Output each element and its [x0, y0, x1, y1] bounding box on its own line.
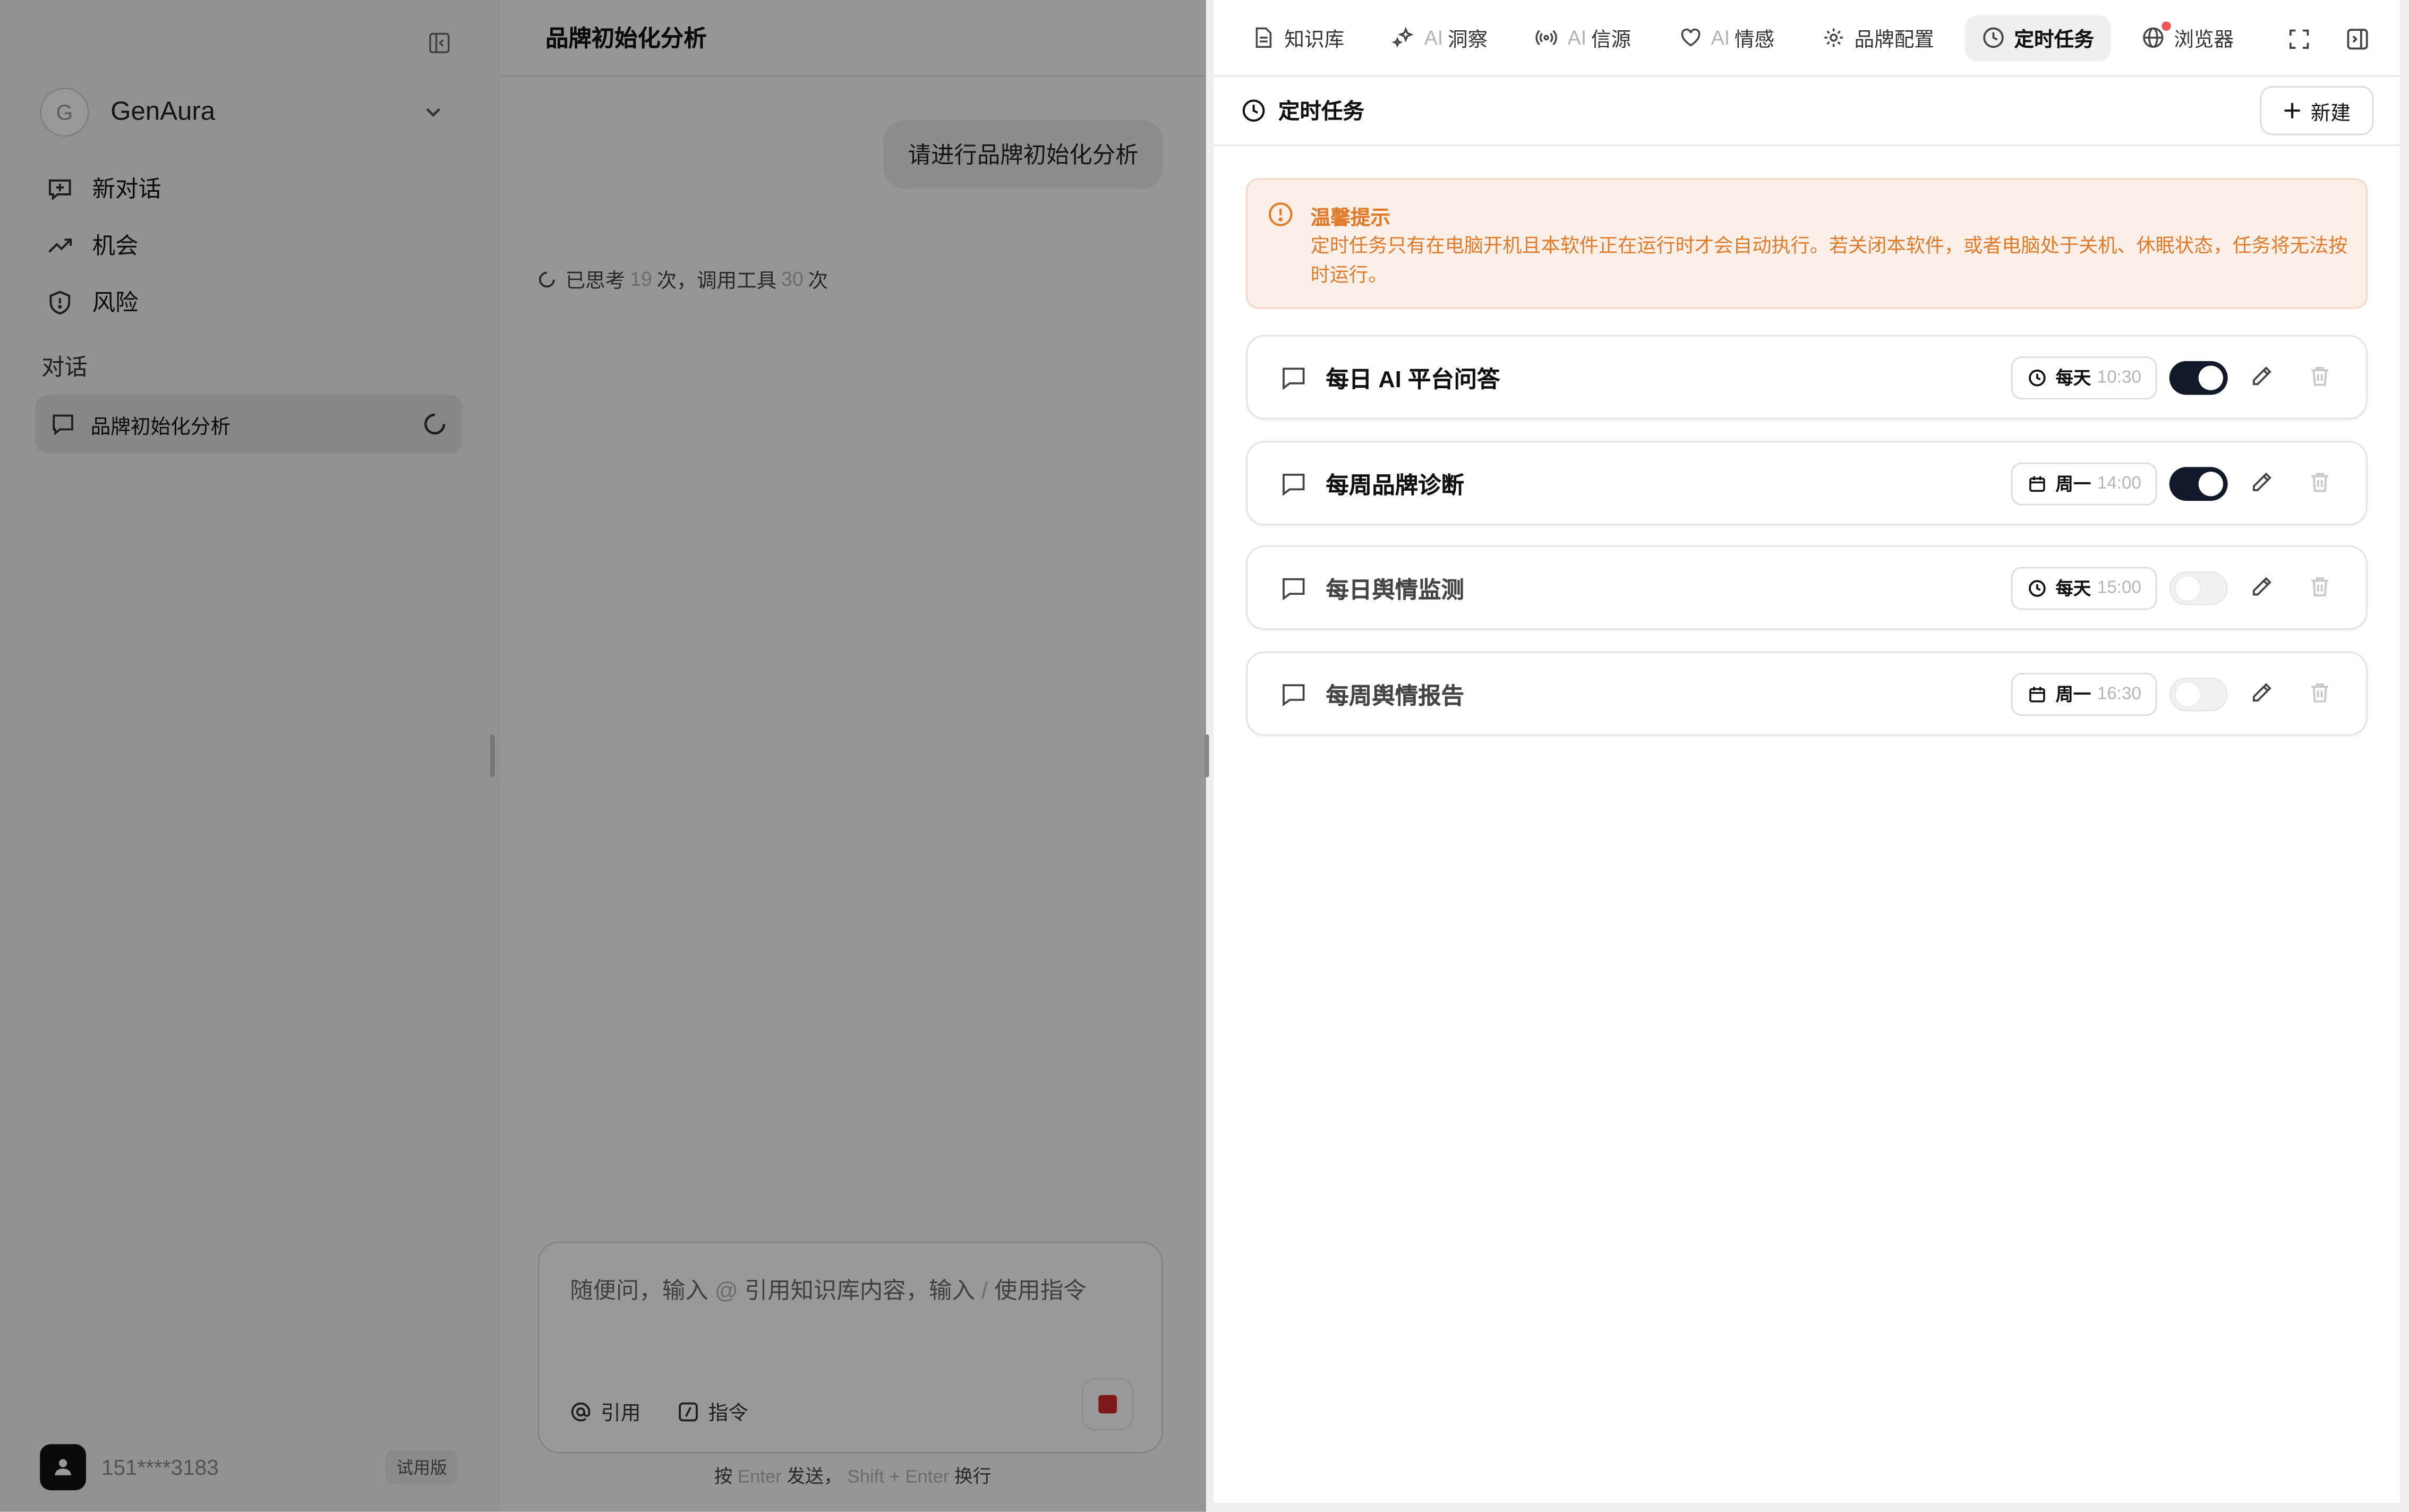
- message-icon: [1283, 474, 1305, 496]
- tool-panel: 知识库 AI 洞察 AI 信源 AI 情感 品牌配置 定时任务 浏览器 定时任务…: [1214, 0, 2400, 1503]
- schedule-frequency: 每天: [2055, 580, 2091, 600]
- schedule-frequency: 周一: [2055, 687, 2091, 705]
- heart-icon: [1680, 28, 1700, 47]
- task-name: 每日 AI 平台问答: [1326, 367, 1500, 394]
- pencil-icon[interactable]: [2249, 681, 2274, 705]
- pencil-icon[interactable]: [2249, 470, 2274, 494]
- globe-icon: [2143, 27, 2164, 48]
- resize-handle[interactable]: [1204, 734, 1209, 778]
- trash-icon[interactable]: [2308, 364, 2332, 389]
- trash-icon[interactable]: [2308, 681, 2332, 705]
- ai-prefix: AI: [1711, 26, 1730, 49]
- new-task-label: 新建: [2310, 100, 2351, 124]
- schedule-badge[interactable]: 每天 15:00: [2011, 567, 2157, 610]
- clock-icon: [1242, 99, 1265, 122]
- task-row[interactable]: 每日 AI 平台问答 每天 10:30: [1246, 335, 2368, 420]
- schedule-badge[interactable]: 周一 16:30: [2011, 673, 2157, 716]
- task-enable-toggle[interactable]: [2169, 361, 2228, 395]
- tab-label: 情感: [1734, 28, 1775, 51]
- panel-header: 定时任务 新建: [1214, 77, 2400, 146]
- resize-handle[interactable]: [490, 734, 495, 778]
- sparkles-icon: [1391, 27, 1414, 48]
- message-icon: [1283, 578, 1305, 601]
- notification-dot: [2162, 21, 2171, 30]
- tab-label: 知识库: [1284, 28, 1345, 51]
- ai-prefix: AI: [1567, 26, 1587, 49]
- new-task-button[interactable]: 新建: [2260, 86, 2374, 135]
- calendar-icon: [2029, 476, 2045, 492]
- panel-actions: [2283, 23, 2400, 54]
- task-name: 每周品牌诊断: [1326, 473, 1464, 500]
- clock-icon: [2029, 580, 2046, 597]
- tab-label: 品牌配置: [1854, 28, 1935, 51]
- task-row[interactable]: 每周舆情报告 周一 16:30: [1246, 651, 2368, 736]
- message-icon: [1283, 368, 1305, 390]
- broadcast-icon: [1536, 30, 1558, 46]
- expand-icon: [2288, 29, 2308, 48]
- task-enable-toggle[interactable]: [2169, 571, 2228, 605]
- task-name: 每日舆情监测: [1326, 577, 1464, 604]
- close-panel-button[interactable]: [2342, 23, 2372, 54]
- tab-knowledge-base[interactable]: 知识库: [1235, 14, 1361, 61]
- pencil-icon[interactable]: [2249, 364, 2274, 389]
- clock-icon: [2029, 369, 2046, 387]
- alert-circle-icon: [1268, 202, 1293, 226]
- task-row[interactable]: 每日舆情监测 每天 15:00: [1246, 545, 2368, 630]
- schedule-time: 10:30: [2097, 369, 2142, 387]
- schedule-badge[interactable]: 每天 10:30: [2011, 356, 2157, 400]
- toggle-knob: [2198, 365, 2223, 390]
- tab-ai-sentiment[interactable]: AI 情感: [1662, 14, 1791, 61]
- toggle-knob: [2175, 682, 2200, 707]
- panel-right-icon: [2346, 28, 2368, 49]
- toggle-knob: [2175, 576, 2200, 601]
- task-enable-toggle[interactable]: [2169, 467, 2228, 501]
- tab-label: 洞察: [1447, 28, 1488, 51]
- gear-icon: [1824, 28, 1843, 47]
- tab-label: 浏览器: [2174, 28, 2234, 51]
- document-icon: [1255, 27, 1272, 48]
- schedule-frequency: 每天: [2055, 370, 2091, 389]
- pencil-icon[interactable]: [2249, 575, 2274, 599]
- warning-text: 定时任务只有在电脑开机且本软件正在运行时才会自动执行。若关闭本软件，或者电脑处于…: [1310, 235, 2348, 286]
- schedule-badge[interactable]: 周一 14:00: [2011, 462, 2157, 506]
- ai-prefix: AI: [1424, 26, 1443, 49]
- schedule-frequency: 周一: [2055, 476, 2091, 495]
- task-row[interactable]: 每周品牌诊断 周一 14:00: [1246, 441, 2368, 526]
- panel-title: 定时任务: [1278, 98, 1364, 123]
- fullscreen-button[interactable]: [2283, 23, 2314, 54]
- task-name: 每周舆情报告: [1326, 684, 1464, 710]
- warning-banner: 温馨提示 定时任务只有在电脑开机且本软件正在运行时才会自动执行。若关闭本软件，或…: [1246, 178, 2368, 309]
- clock-icon: [1983, 27, 2004, 48]
- trash-icon[interactable]: [2308, 575, 2332, 599]
- calendar-icon: [2029, 687, 2045, 703]
- tab-ai-sources[interactable]: AI 信源: [1518, 14, 1648, 61]
- warning-title: 温馨提示: [1310, 206, 1391, 229]
- toggle-knob: [2198, 472, 2223, 497]
- tab-label: 信源: [1591, 28, 1631, 51]
- tab-scheduled-tasks[interactable]: 定时任务: [1964, 14, 2111, 61]
- tab-browser[interactable]: 浏览器: [2125, 14, 2251, 61]
- schedule-time: 15:00: [2097, 579, 2142, 598]
- message-icon: [1283, 684, 1305, 707]
- tab-brand-config[interactable]: 品牌配置: [1805, 14, 1951, 61]
- plus-icon: [2284, 102, 2300, 118]
- app-window: G GenAura 新对话 机会 风险 对话 品牌初始化分析 151****31…: [0, 0, 2409, 1512]
- schedule-time: 14:00: [2097, 474, 2142, 493]
- schedule-time: 16:30: [2097, 685, 2142, 704]
- tab-label: 定时任务: [2014, 28, 2094, 51]
- modal-overlay[interactable]: [0, 0, 1206, 1512]
- tab-ai-insight[interactable]: AI 洞察: [1375, 14, 1505, 61]
- tool-tabs: 知识库 AI 洞察 AI 信源 AI 情感 品牌配置 定时任务 浏览器: [1214, 0, 2400, 77]
- task-enable-toggle[interactable]: [2169, 677, 2228, 712]
- trash-icon[interactable]: [2308, 470, 2332, 494]
